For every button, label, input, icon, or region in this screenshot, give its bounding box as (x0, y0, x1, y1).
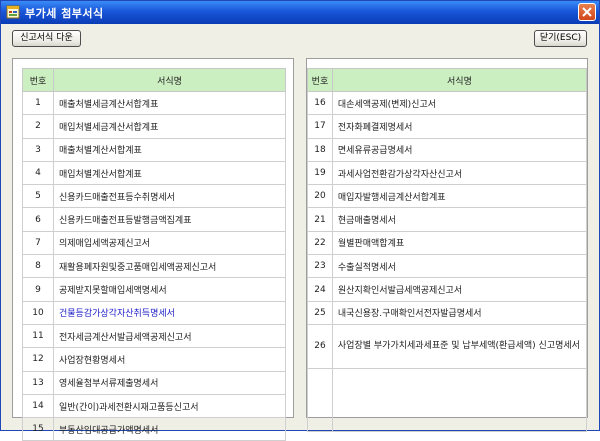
empty-cell (307, 367, 333, 432)
table-row[interactable]: 9 공제받지못할매입세액명세서 (22, 277, 286, 302)
form-name[interactable]: 공제받지못할매입세액명세서 (53, 277, 286, 302)
table-row[interactable]: 15 부동산임대공급가액명세서 (22, 417, 286, 441)
row-number: 17 (307, 114, 333, 139)
table-row[interactable]: 4 매입처별계산서합계표 (22, 160, 286, 186)
col-header-name: 서식명 (53, 68, 286, 92)
table-row[interactable]: 8 재활용폐자원및중고품매입세액공제신고서 (22, 254, 286, 279)
form-name[interactable]: 전자화폐결제명세서 (331, 114, 588, 139)
form-name[interactable]: 매입자발행세금계산서합계표 (331, 184, 588, 209)
row-number: 26 (307, 323, 333, 369)
row-number: 11 (22, 323, 54, 349)
row-number: 15 (22, 417, 54, 441)
col-header-num: 번호 (307, 68, 333, 92)
row-number: 5 (22, 184, 54, 209)
close-esc-button[interactable]: 닫기(ESC) (534, 30, 587, 47)
table-row[interactable]: 23 수출실적명세서 (307, 254, 588, 279)
table-row[interactable]: 14 일반(간이)과세전환시재고품등신고서 (22, 393, 286, 419)
row-number: 19 (307, 160, 333, 186)
row-number: 22 (307, 230, 333, 256)
table-row[interactable]: 19 과세사업전환감가상각자산신고서 (307, 160, 588, 186)
row-number: 13 (22, 370, 54, 395)
form-name[interactable]: 매출처별계산서합계표 (53, 137, 286, 162)
left-forms-panel: 번호 서식명 1 매출처별세금계산서합계표 2 매입처별세금계산서합계표 3 매출처별계산… (12, 58, 294, 441)
form-name[interactable]: 과세사업전환감가상각자산신고서 (331, 160, 588, 186)
table-row[interactable]: 20 매입자발행세금계산서합계표 (307, 184, 588, 209)
row-number: 12 (22, 347, 54, 372)
row-number: 14 (22, 393, 54, 419)
form-name[interactable]: 사업장별 부가가치세과세표준 및 납부세액(환급세액) 신고명세서 (331, 323, 588, 369)
table-row[interactable]: 16 대손세액공제(변제)신고서 (307, 90, 588, 116)
row-number: 21 (307, 207, 333, 232)
table-row[interactable]: 6 신용카드매출전표등발행금액집계표 (22, 207, 286, 232)
window-title: 부가세 첨부서식 (25, 7, 104, 20)
form-name[interactable]: 매출처별세금계산서합계표 (53, 90, 286, 116)
table-row[interactable]: 2 매입처별세금계산서합계표 (22, 114, 286, 139)
table-row[interactable]: 1 매출처별세금계산서합계표 (22, 90, 286, 116)
col-header-name: 서식명 (331, 68, 588, 92)
form-name[interactable]: 신용카드매출전표등수취명세서 (53, 184, 286, 209)
row-number: 24 (307, 277, 333, 302)
row-number: 20 (307, 184, 333, 209)
row-number: 6 (22, 207, 54, 232)
form-name[interactable]: 현금매출명세서 (331, 207, 588, 232)
table-row[interactable]: 11 전자세금계산서발급세액공제신고서 (22, 323, 286, 349)
right-forms-panel: 번호 서식명 16 대손세액공제(변제)신고서 17 전자화폐결제명세서 18 면세유류공… (306, 58, 588, 432)
form-name[interactable]: 내국신용장.구매확인서전자발급명세서 (331, 300, 588, 325)
empty-cell (331, 367, 588, 432)
dialog-window: 부가세 첨부서식 신고서식 다운 닫기(ESC) 번호 서식명 1 매출처별세금계… (0, 0, 600, 441)
left-forms-table: 번호 서식명 1 매출처별세금계산서합계표 2 매입처별세금계산서합계표 3 매출처별계산… (22, 68, 286, 441)
table-row[interactable]: 25 내국신용장.구매확인서전자발급명세서 (307, 300, 588, 325)
form-name[interactable]: 의제매입세액공제신고서 (53, 230, 286, 256)
table-row[interactable]: 12 사업장현황명세서 (22, 347, 286, 372)
row-number: 8 (22, 254, 54, 279)
window-close-button[interactable] (578, 3, 596, 21)
row-number: 18 (307, 137, 333, 162)
table-row[interactable]: 17 전자화폐결제명세서 (307, 114, 588, 139)
form-name[interactable]: 건물등감가상각자산취득명세서 (53, 300, 286, 325)
row-number: 3 (22, 137, 54, 162)
row-number: 23 (307, 254, 333, 279)
row-number: 9 (22, 277, 54, 302)
form-name[interactable]: 부동산임대공급가액명세서 (53, 417, 286, 441)
form-name[interactable]: 매입처별계산서합계표 (53, 160, 286, 186)
row-number: 2 (22, 114, 54, 139)
form-name[interactable]: 영세율첨부서류제출명세서 (53, 370, 286, 395)
form-name[interactable]: 수출실적명세서 (331, 254, 588, 279)
empty-row (307, 367, 588, 432)
row-number: 16 (307, 90, 333, 116)
form-icon (6, 5, 20, 19)
table-row[interactable]: 21 현금매출명세서 (307, 207, 588, 232)
form-name[interactable]: 전자세금계산서발급세액공제신고서 (53, 323, 286, 349)
form-name[interactable]: 면세유류공급명세서 (331, 137, 588, 162)
row-number: 7 (22, 230, 54, 256)
form-name[interactable]: 재활용폐자원및중고품매입세액공제신고서 (53, 254, 286, 279)
close-icon (582, 7, 592, 17)
right-forms-table: 번호 서식명 16 대손세액공제(변제)신고서 17 전자화폐결제명세서 18 면세유류공… (307, 68, 588, 432)
table-row[interactable]: 26 사업장별 부가가치세과세표준 및 납부세액(환급세액) 신고명세서 (307, 323, 588, 369)
table-row[interactable]: 18 면세유류공급명세서 (307, 137, 588, 162)
form-name[interactable]: 대손세액공제(변제)신고서 (331, 90, 588, 116)
table-row[interactable]: 7 의제매입세액공제신고서 (22, 230, 286, 256)
table-row[interactable]: 3 매출처별계산서합계표 (22, 137, 286, 162)
table-row[interactable]: 5 신용카드매출전표등수취명세서 (22, 184, 286, 209)
form-name[interactable]: 원산지확인서발급세액공제신고서 (331, 277, 588, 302)
table-row[interactable]: 22 월별판매액합계표 (307, 230, 588, 256)
form-name[interactable]: 매입처별세금계산서합계표 (53, 114, 286, 139)
row-number: 10 (22, 300, 54, 325)
row-number: 1 (22, 90, 54, 116)
col-header-num: 번호 (22, 68, 54, 92)
row-number: 25 (307, 300, 333, 325)
form-name[interactable]: 사업장현황명세서 (53, 347, 286, 372)
table-row[interactable]: 24 원산지확인서발급세액공제신고서 (307, 277, 588, 302)
form-name[interactable]: 일반(간이)과세전환시재고품등신고서 (53, 393, 286, 419)
form-name[interactable]: 월별판매액합계표 (331, 230, 588, 256)
title-bar[interactable]: 부가세 첨부서식 (1, 1, 599, 24)
table-row[interactable]: 13 영세율첨부서류제출명세서 (22, 370, 286, 395)
form-name[interactable]: 신용카드매출전표등발행금액집계표 (53, 207, 286, 232)
download-forms-button[interactable]: 신고서식 다운 (12, 30, 81, 47)
row-number: 4 (22, 160, 54, 186)
table-row[interactable]: 10 건물등감가상각자산취득명세서 (22, 300, 286, 325)
